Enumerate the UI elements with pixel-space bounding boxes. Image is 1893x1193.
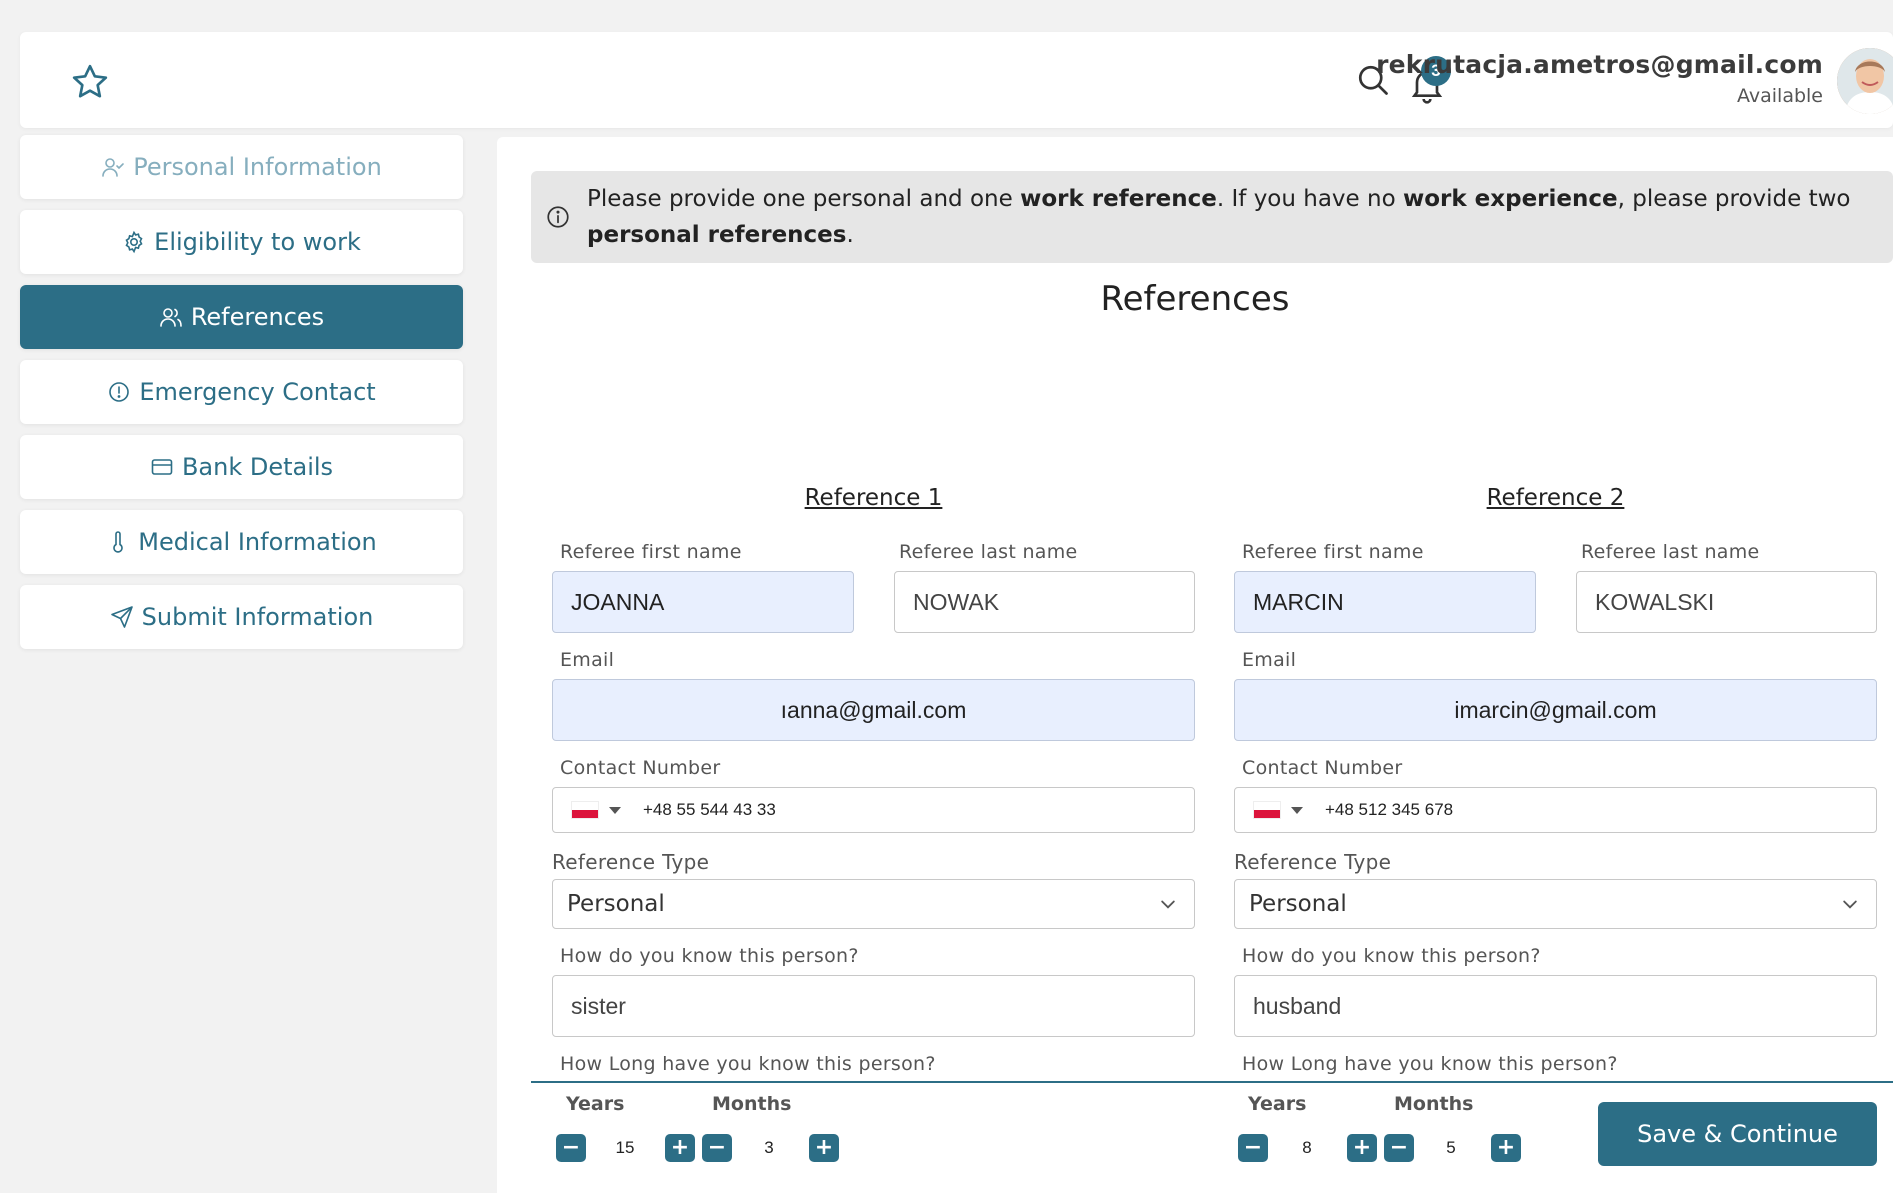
first-name-label: Referee first name [1242, 541, 1424, 563]
send-icon [110, 606, 133, 628]
contact-number-label: Contact Number [1242, 757, 1403, 779]
main-panel: Please provide one personal and one work… [497, 137, 1893, 1193]
months-value[interactable]: 5 [1426, 1133, 1476, 1163]
months-increment-button[interactable]: + [1491, 1134, 1521, 1162]
sidebar-item-label: Eligibility to work [154, 228, 361, 256]
reference-type-value: Personal [1249, 891, 1347, 917]
sidebar-item-medical-information[interactable]: Medical Information [20, 510, 463, 574]
months-decrement-button[interactable]: − [702, 1134, 732, 1162]
save-continue-button[interactable]: Save & Continue [1598, 1102, 1877, 1166]
reference-type-value: Personal [567, 891, 665, 917]
first-name-field[interactable]: MARCIN [1234, 571, 1536, 633]
poland-flag-icon[interactable] [1253, 801, 1281, 819]
thermometer-icon [113, 531, 123, 553]
sidebar-item-label: References [190, 303, 325, 331]
phone-value: +48 55 544 43 33 [643, 800, 776, 819]
sidebar-item-label: Medical Information [138, 528, 377, 556]
page: 3 rekrutacja.ametros@gmail.com Available… [0, 0, 1893, 1193]
email-field[interactable]: imarcin@gmail.com [1234, 679, 1877, 741]
months-value[interactable]: 3 [744, 1133, 794, 1163]
sidebar: Personal Information Eligibility to work… [20, 135, 463, 660]
reference-type-label: Reference Type [1234, 850, 1392, 874]
alert-circle-icon [109, 382, 130, 402]
avatar[interactable] [1837, 48, 1893, 114]
sidebar-item-references[interactable]: References [20, 285, 463, 349]
sidebar-item-eligibility[interactable]: Eligibility to work [20, 210, 463, 274]
info-banner: Please provide one personal and one work… [531, 171, 1893, 263]
months-label: Months [1394, 1093, 1474, 1115]
sidebar-item-bank-details[interactable]: Bank Details [20, 435, 463, 499]
contact-number-field[interactable]: +48 512 345 678 [1234, 787, 1877, 833]
first-name-field[interactable]: JOANNA [552, 571, 854, 633]
know-label: How do you know this person? [1242, 945, 1541, 967]
chevron-down-icon [1843, 900, 1857, 909]
years-increment-button[interactable]: + [1347, 1134, 1377, 1162]
sidebar-item-submit-information[interactable]: Submit Information [20, 585, 463, 649]
gear-icon [125, 230, 143, 254]
last-name-field[interactable]: KOWALSKI [1576, 571, 1877, 633]
months-decrement-button[interactable]: − [1384, 1134, 1414, 1162]
sidebar-item-personal-information[interactable]: Personal Information [20, 135, 463, 199]
contact-number-field[interactable]: +48 55 544 43 33 [552, 787, 1195, 833]
divider [531, 1081, 1893, 1083]
contact-number-label: Contact Number [560, 757, 721, 779]
email-field[interactable]: ıanna@gmail.com [552, 679, 1195, 741]
sidebar-item-label: Submit Information [141, 603, 374, 631]
know-label: How do you know this person? [560, 945, 859, 967]
last-name-label: Referee last name [899, 541, 1078, 563]
years-label: Years [1248, 1093, 1307, 1115]
phone-value: +48 512 345 678 [1325, 800, 1454, 819]
years-decrement-button[interactable]: − [1238, 1134, 1268, 1162]
user-email: rekrutacja.ametros@gmail.com [1376, 50, 1823, 79]
users-icon [160, 308, 182, 327]
user-status: Available [1736, 85, 1823, 107]
last-name-field[interactable]: NOWAK [894, 571, 1195, 633]
reference-heading[interactable]: Reference 2 [1234, 485, 1877, 511]
chevron-down-icon[interactable] [1291, 806, 1303, 814]
sidebar-item-label: Emergency Contact [139, 378, 376, 406]
months-label: Months [712, 1093, 792, 1115]
know-field[interactable]: sister [552, 975, 1195, 1037]
duration-label: How Long have you know this person? [1242, 1053, 1618, 1075]
years-decrement-button[interactable]: − [556, 1134, 586, 1162]
email-label: Email [560, 649, 615, 671]
chevron-down-icon [1161, 900, 1175, 909]
months-increment-button[interactable]: + [809, 1134, 839, 1162]
last-name-label: Referee last name [1581, 541, 1760, 563]
years-value[interactable]: 8 [1282, 1133, 1332, 1163]
know-field[interactable]: husband [1234, 975, 1877, 1037]
sidebar-item-emergency-contact[interactable]: Emergency Contact [20, 360, 463, 424]
duration-label: How Long have you know this person? [560, 1053, 936, 1075]
sidebar-item-label: Personal Information [133, 153, 382, 181]
email-label: Email [1242, 649, 1297, 671]
years-increment-button[interactable]: + [665, 1134, 695, 1162]
page-title: References [1100, 279, 1290, 319]
reference-type-select[interactable]: Personal [552, 879, 1195, 929]
top-header: 3 rekrutacja.ametros@gmail.com Available [20, 32, 1893, 128]
poland-flag-icon[interactable] [571, 801, 599, 819]
credit-card-icon [151, 459, 173, 475]
reference-heading[interactable]: Reference 1 [552, 485, 1195, 511]
first-name-label: Referee first name [560, 541, 742, 563]
star-icon[interactable] [70, 62, 110, 102]
years-value[interactable]: 15 [600, 1133, 650, 1163]
years-label: Years [566, 1093, 625, 1115]
reference-type-label: Reference Type [552, 850, 710, 874]
user-info[interactable]: rekrutacja.ametros@gmail.com Available [1376, 50, 1823, 107]
user-check-icon [102, 158, 125, 177]
reference-type-select[interactable]: Personal [1234, 879, 1877, 929]
info-icon [547, 206, 569, 228]
sidebar-item-label: Bank Details [181, 453, 334, 481]
info-text: Please provide one personal and one work… [587, 186, 1851, 248]
chevron-down-icon[interactable] [609, 806, 621, 814]
